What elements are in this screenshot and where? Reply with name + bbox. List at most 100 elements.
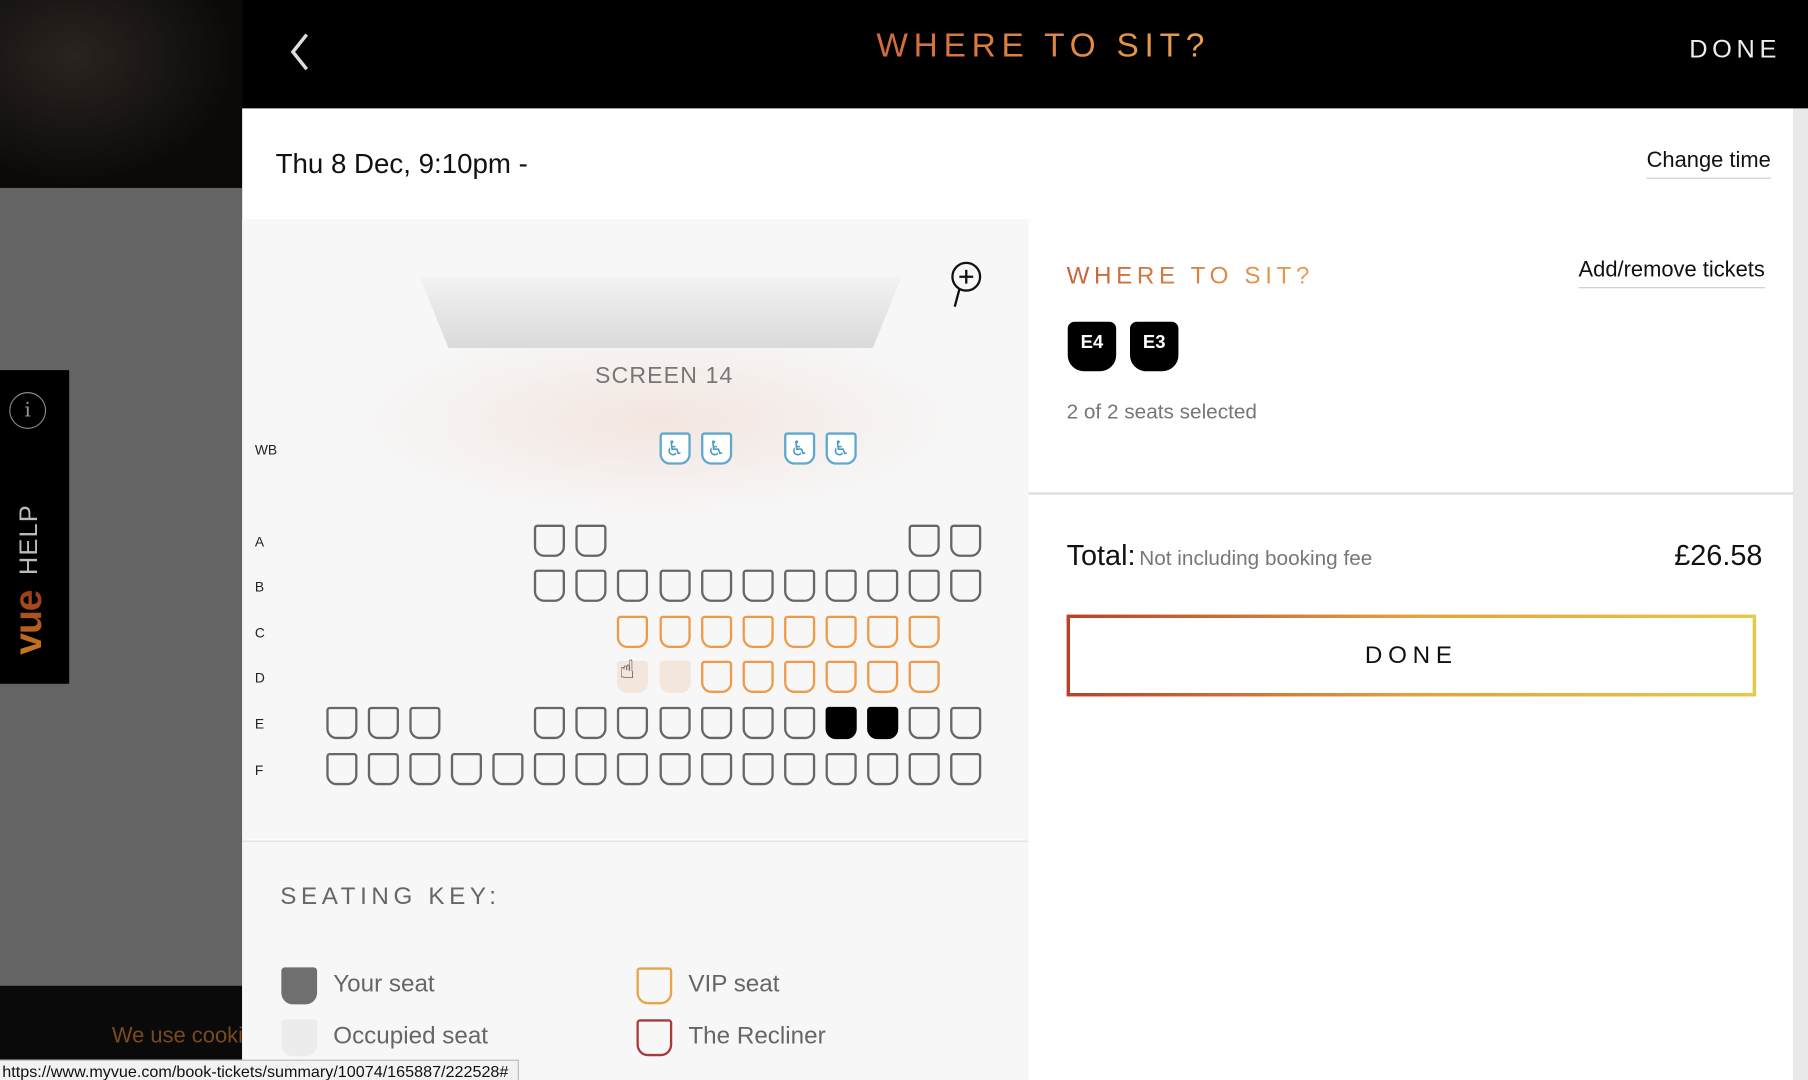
seat-available[interactable] [451,752,483,786]
seat-available[interactable] [783,569,815,602]
zoom-in-icon[interactable] [948,261,983,309]
seat-vip[interactable] [866,660,899,693]
seat-available[interactable] [409,706,441,740]
seat-selected[interactable] [825,706,857,740]
seat-vip[interactable] [783,615,815,649]
seat-available[interactable] [950,752,982,786]
seat-available[interactable] [825,752,857,786]
seat-available[interactable] [575,706,607,740]
seat-available[interactable] [575,752,607,786]
seat-available[interactable] [742,569,774,602]
seat-vip[interactable] [617,615,649,649]
seat-available[interactable] [825,569,857,602]
seat-available[interactable] [326,752,358,786]
recliner-seat-swatch [636,1019,673,1057]
seat-vip[interactable] [825,615,857,649]
seat-available[interactable] [659,569,691,602]
page-title-wrap: WHERE TO SIT? [876,28,1210,66]
seat-available[interactable] [783,706,815,740]
seat-vip[interactable] [659,615,691,649]
booking-fee-note: Not including booking fee [1139,546,1373,570]
seat-available[interactable] [950,706,982,740]
seat-available[interactable] [950,569,982,602]
seat-available[interactable] [908,706,940,740]
seat-available[interactable] [534,706,566,740]
panel-edge [1793,108,1808,1080]
screen-glow [345,322,969,519]
seat-available[interactable] [534,569,566,602]
selected-seat-chip[interactable]: E4 [1067,321,1117,372]
seat-vip[interactable] [825,660,857,693]
your-seat-swatch [281,967,318,1005]
change-time-link[interactable]: Change time [1646,149,1771,179]
seat-available[interactable] [617,706,649,740]
seat-vip[interactable] [783,660,815,693]
seat-available[interactable] [659,706,691,740]
seat-available[interactable] [908,524,940,557]
seat-available[interactable] [700,752,732,786]
seat-available[interactable] [783,752,815,786]
row-label: B [254,578,265,595]
seat-vip[interactable] [700,660,732,693]
occupied-seat-swatch [281,1019,318,1057]
seat-available[interactable] [866,752,899,786]
seat-available[interactable] [492,752,524,786]
seat-available[interactable] [534,524,566,557]
row-label: D [254,669,265,687]
wheelchair-icon: ♿ [790,437,809,461]
seat-available[interactable] [908,752,940,786]
seat-wheelchair[interactable]: ♿ [825,432,857,465]
seat-occupied [659,660,691,693]
seat-available[interactable] [409,752,441,786]
cinema-screen [419,276,902,349]
divider [1028,492,1794,495]
info-icon[interactable]: i [9,392,47,429]
seat-available[interactable] [367,706,400,740]
seat-available[interactable] [908,569,940,602]
help-label[interactable]: HELP [14,504,44,575]
seat-wheelchair[interactable]: ♿ [700,432,732,465]
key-label-recliner: The Recliner [688,1022,826,1050]
seat-available[interactable] [742,752,774,786]
seat-vip[interactable] [700,615,732,649]
wheelchair-icon: ♿ [665,437,684,461]
seat-selected[interactable] [866,706,899,740]
seat-available[interactable] [700,706,732,740]
seat-available[interactable] [326,706,358,740]
seat-available[interactable] [617,752,649,786]
key-label-vip-seat: VIP seat [688,970,780,998]
seat-vip[interactable] [742,660,774,693]
back-button[interactable] [286,30,314,74]
seat-available[interactable] [742,706,774,740]
wheelchair-icon: ♿ [831,437,851,461]
seat-vip[interactable] [908,660,940,693]
seat-vip[interactable] [908,615,940,649]
screen-label: SCREEN 14 [594,363,734,389]
seat-available[interactable] [950,524,982,557]
summary-title: WHERE TO SIT? [1066,262,1315,290]
done-button[interactable]: DONE [1066,614,1757,697]
seat-vip[interactable] [742,615,774,649]
total-label: Total: [1066,539,1136,572]
seat-vip[interactable] [866,615,899,649]
seat-available[interactable] [534,752,566,786]
background-image [0,0,243,188]
hand-cursor-icon: ☝ [619,654,635,684]
total-price: £26.58 [1674,539,1763,572]
seat-available[interactable] [700,569,732,602]
page-title: WHERE TO SIT? [876,27,1211,65]
seat-available[interactable] [367,752,400,786]
seat-available[interactable] [617,569,649,602]
add-remove-tickets-link[interactable]: Add/remove tickets [1578,258,1765,289]
seat-wheelchair[interactable]: ♿ [783,432,815,465]
seat-wheelchair[interactable]: ♿ [659,432,691,465]
key-label-your-seat: Your seat [333,970,435,998]
seat-available[interactable] [659,752,691,786]
selected-seat-chip[interactable]: E3 [1129,321,1179,372]
seat-available[interactable] [866,569,899,602]
row-label: WB [254,441,278,458]
seat-available[interactable] [575,569,607,602]
wheelchair-icon: ♿ [706,437,726,461]
done-header-button[interactable]: DONE [1689,35,1781,65]
seat-available[interactable] [575,524,607,557]
